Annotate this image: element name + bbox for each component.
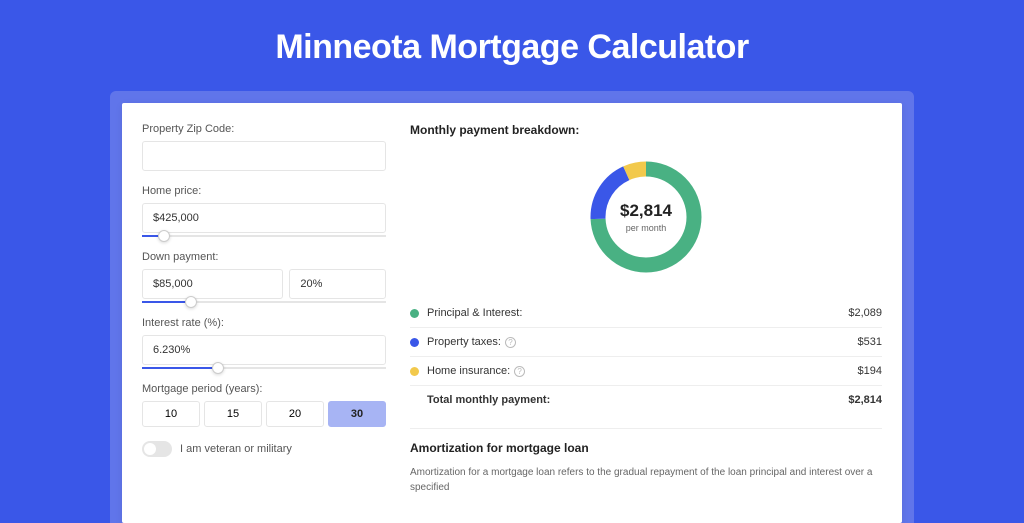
legend-row-0: Principal & Interest:$2,089 <box>410 299 882 327</box>
rate-slider-thumb[interactable] <box>212 362 224 374</box>
info-icon[interactable]: ? <box>505 337 516 348</box>
legend-swatch <box>410 338 419 347</box>
donut-center: $2,814 per month <box>586 157 706 277</box>
price-field: Home price: <box>142 185 386 237</box>
period-btn-20[interactable]: 20 <box>266 401 324 427</box>
breakdown-column: Monthly payment breakdown: $2,814 per mo… <box>410 123 882 523</box>
price-input[interactable] <box>142 203 386 233</box>
price-slider[interactable] <box>142 235 386 237</box>
rate-label: Interest rate (%): <box>142 317 386 329</box>
zip-label: Property Zip Code: <box>142 123 386 135</box>
card-backdrop: Property Zip Code: Home price: Down paym… <box>110 91 914 523</box>
price-label: Home price: <box>142 185 386 197</box>
period-buttons: 10152030 <box>142 401 386 427</box>
period-btn-30[interactable]: 30 <box>328 401 386 427</box>
legend-swatch <box>410 309 419 318</box>
amortization-heading: Amortization for mortgage loan <box>410 441 882 455</box>
legend-row-2: Home insurance:?$194 <box>410 356 882 385</box>
period-btn-15[interactable]: 15 <box>204 401 262 427</box>
donut-wrap: $2,814 per month <box>410 149 882 295</box>
legend-label: Property taxes:? <box>427 336 858 348</box>
period-label: Mortgage period (years): <box>142 383 386 395</box>
legend-value: $531 <box>858 336 882 348</box>
rate-slider[interactable] <box>142 367 386 369</box>
zip-input[interactable] <box>142 141 386 171</box>
rate-input[interactable] <box>142 335 386 365</box>
veteran-label: I am veteran or military <box>180 443 292 455</box>
down-label: Down payment: <box>142 251 386 263</box>
legend-label: Home insurance:? <box>427 365 858 377</box>
legend-row-1: Property taxes:?$531 <box>410 327 882 356</box>
period-field: Mortgage period (years): 10152030 <box>142 383 386 427</box>
calculator-card: Property Zip Code: Home price: Down paym… <box>122 103 902 523</box>
down-slider[interactable] <box>142 301 386 303</box>
rate-field: Interest rate (%): <box>142 317 386 369</box>
amortization-section: Amortization for mortgage loan Amortizat… <box>410 428 882 495</box>
period-btn-10[interactable]: 10 <box>142 401 200 427</box>
donut-sub: per month <box>626 223 667 233</box>
donut-chart: $2,814 per month <box>586 157 706 277</box>
legend-value: $2,089 <box>848 307 882 319</box>
down-percent-input[interactable] <box>289 269 386 299</box>
inputs-column: Property Zip Code: Home price: Down paym… <box>142 123 386 523</box>
legend-total-row: Total monthly payment:$2,814 <box>410 385 882 414</box>
legend-swatch <box>410 367 419 376</box>
donut-amount: $2,814 <box>620 201 672 221</box>
legend: Principal & Interest:$2,089Property taxe… <box>410 299 882 414</box>
legend-label: Principal & Interest: <box>427 307 848 319</box>
price-slider-thumb[interactable] <box>158 230 170 242</box>
legend-value: $194 <box>858 365 882 377</box>
legend-total-value: $2,814 <box>848 394 882 406</box>
page-title: Minneota Mortgage Calculator <box>0 0 1024 91</box>
zip-field: Property Zip Code: <box>142 123 386 171</box>
down-amount-input[interactable] <box>142 269 283 299</box>
down-slider-thumb[interactable] <box>185 296 197 308</box>
breakdown-heading: Monthly payment breakdown: <box>410 123 882 137</box>
amortization-body: Amortization for a mortgage loan refers … <box>410 465 882 495</box>
info-icon[interactable]: ? <box>514 366 525 377</box>
veteran-row: I am veteran or military <box>142 441 386 457</box>
legend-total-label: Total monthly payment: <box>427 394 848 406</box>
toggle-knob <box>144 443 156 455</box>
veteran-toggle[interactable] <box>142 441 172 457</box>
down-field: Down payment: <box>142 251 386 303</box>
